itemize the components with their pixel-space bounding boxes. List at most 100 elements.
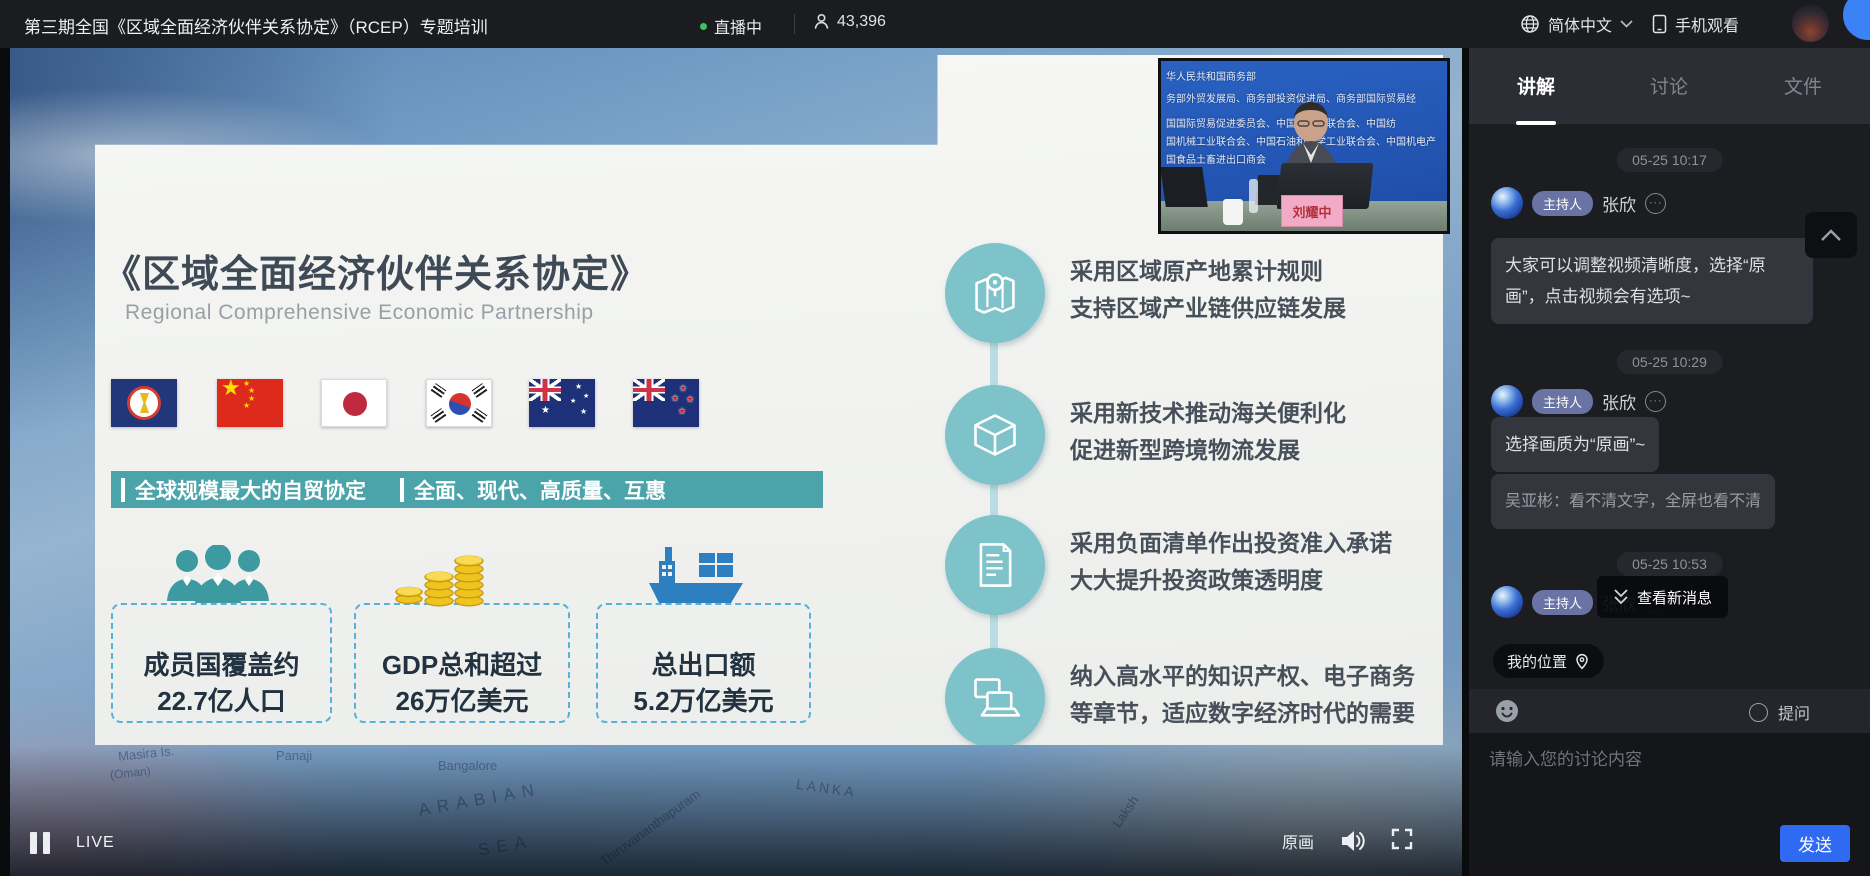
webinar-app: 第三期全国《区域全面经济伙伴关系协定》（RCEP）专题培训 直播中 43,396… [0, 0, 1870, 876]
stat-line1: 成员国覆盖约 [113, 647, 330, 683]
south-korea-flag [426, 379, 492, 427]
pause-button[interactable] [30, 832, 50, 854]
stat-gdp: GDP总和超过 26万亿美元 [354, 603, 570, 723]
laptop-icon [969, 672, 1021, 724]
sender-name: 张欣 [1602, 191, 1636, 216]
emoji-button[interactable] [1495, 699, 1519, 728]
map-label: Bangalore [438, 758, 497, 773]
scroll-up-button[interactable] [1805, 212, 1857, 258]
chat-input[interactable] [1489, 745, 1849, 825]
sender-name: 张欣 [1602, 389, 1636, 414]
more-options-icon[interactable]: ··· [1645, 391, 1666, 412]
bullet-line: 采用负面清单作出投资准入承诺 [1070, 525, 1440, 562]
banner-bar [400, 478, 404, 502]
china-flag: ★★★★★ [217, 379, 283, 427]
bullet-line: 大大提升投资政策透明度 [1070, 562, 1440, 599]
video-player[interactable]: Masira Is. (Oman) ARABIAN SEA Panaji Ban… [10, 48, 1462, 876]
slide-title: 《区域全面经济伙伴关系协定》 [103, 243, 649, 298]
bullet-line: 等章节，适应数字经济时代的需要 [1070, 695, 1440, 732]
coins-icon [391, 539, 487, 607]
chat-bubble: 选择画质为“原画”~ [1491, 417, 1659, 472]
chat-bubble-quote: 吴亚彬：看不清文字，全屏也看不清 [1491, 474, 1775, 529]
presenter-backdrop-text: 华人民共和国商务部 [1166, 68, 1256, 83]
mobile-view-label: 手机观看 [1675, 12, 1739, 36]
quality-button[interactable]: 原画 [1282, 829, 1314, 853]
question-toggle[interactable]: 提问 [1749, 700, 1810, 724]
bullet-icon-circle [945, 385, 1045, 485]
chat-message-header: 主持人 张欣 ··· [1491, 384, 1666, 418]
person-icon [812, 12, 831, 31]
language-selector[interactable]: 简体中文 [1520, 12, 1633, 36]
map-pin-icon [969, 267, 1021, 319]
australia-flag: ★ ★ ★ ★ ★ [529, 379, 595, 427]
my-location-label: 我的位置 [1507, 651, 1567, 672]
page-title: 第三期全国《区域全面经济伙伴关系协定》（RCEP）专题培训 [24, 13, 488, 38]
speaker-icon [1340, 829, 1366, 853]
chevron-up-icon [1820, 228, 1842, 242]
user-avatar[interactable] [1792, 5, 1829, 42]
banner-left-text: 全球规模最大的自贸协定 [135, 475, 366, 505]
tab-files[interactable]: 文件 [1763, 72, 1843, 99]
send-button[interactable]: 发送 [1780, 825, 1850, 862]
stat-line2: 5.2万亿美元 [598, 683, 809, 719]
map-label: Masira Is. [117, 743, 175, 764]
view-new-messages-label: 查看新消息 [1637, 587, 1712, 608]
tab-explanation[interactable]: 讲解 [1496, 72, 1576, 99]
live-status-label: 直播中 [714, 14, 762, 38]
map-label: Laksh [1109, 793, 1141, 830]
floating-widget[interactable] [1843, 0, 1870, 40]
my-location-button[interactable]: 我的位置 [1493, 644, 1604, 678]
asean-flag [111, 379, 177, 427]
stat-line1: GDP总和超过 [356, 647, 568, 683]
chat-timestamp: 05-25 10:17 [1616, 148, 1723, 172]
document-icon [969, 539, 1021, 591]
map-label: Panaji [276, 748, 312, 763]
host-badge: 主持人 [1532, 389, 1593, 414]
chat-timestamp: 05-25 10:53 [1616, 552, 1723, 576]
bullet-line: 促进新型跨境物流发展 [1070, 432, 1440, 469]
viewers-number: 43,396 [837, 13, 886, 31]
mobile-view-button[interactable]: 手机观看 [1652, 12, 1739, 36]
tab-discussion[interactable]: 讨论 [1629, 72, 1709, 99]
question-radio[interactable] [1749, 703, 1768, 722]
chat-input-area: 发送 [1469, 733, 1870, 876]
new-zealand-flag: ★ ★ ★ ★ [633, 379, 699, 427]
chat-sidebar: 讲解 讨论 文件 05-25 10:17 主持人 张欣 ··· 大家可以调整视频… [1469, 48, 1870, 876]
bullet-line: 采用新技术推动海关便利化 [1070, 395, 1440, 432]
host-badge: 主持人 [1532, 191, 1593, 216]
divider [794, 14, 795, 34]
avatar [1491, 187, 1523, 219]
stat-exports: 总出口额 5.2万亿美元 [596, 603, 811, 723]
smiley-icon [1495, 699, 1519, 723]
language-label: 简体中文 [1548, 12, 1612, 36]
location-pin-icon [1574, 652, 1590, 670]
chat-toolbar: 提问 [1469, 689, 1870, 733]
avatar [1491, 586, 1523, 618]
bullet-text: 采用新技术推动海关便利化 促进新型跨境物流发展 [1070, 395, 1440, 469]
more-options-icon[interactable]: ··· [1645, 193, 1666, 214]
avatar [1491, 385, 1523, 417]
stat-line2: 22.7亿人口 [113, 683, 330, 719]
sidebar-tabbar: 讲解 讨论 文件 [1469, 48, 1870, 124]
map-label: SEA [477, 831, 535, 860]
bullet-line: 纳入高水平的知识产权、电子商务 [1070, 658, 1440, 695]
volume-button[interactable] [1340, 829, 1366, 858]
banner-right-text: 全面、现代、高质量、互惠 [414, 475, 666, 505]
bullet-line: 采用区域原产地累计规则 [1070, 253, 1440, 290]
double-chevron-down-icon [1613, 588, 1629, 606]
mug [1223, 199, 1243, 225]
map-label: (Oman) [109, 764, 151, 782]
bullet-text: 采用负面清单作出投资准入承诺 大大提升投资政策透明度 [1070, 525, 1440, 599]
map-label: Thiruvananthapuram [597, 786, 703, 869]
stat-members: 成员国覆盖约 22.7亿人口 [111, 603, 332, 723]
fullscreen-icon [1390, 827, 1414, 851]
slide-banner: 全球规模最大的自贸协定 全面、现代、高质量、互惠 [111, 471, 823, 508]
fullscreen-button[interactable] [1390, 827, 1414, 856]
view-new-messages-button[interactable]: 查看新消息 [1597, 576, 1728, 618]
stat-line2: 26万亿美元 [356, 683, 568, 719]
phone-icon [1652, 14, 1667, 34]
ship-icon [643, 545, 747, 607]
chat-message-header: 主持人 张欣 ··· [1491, 186, 1666, 220]
question-label: 提问 [1778, 700, 1810, 724]
asean-emblem [127, 386, 161, 420]
